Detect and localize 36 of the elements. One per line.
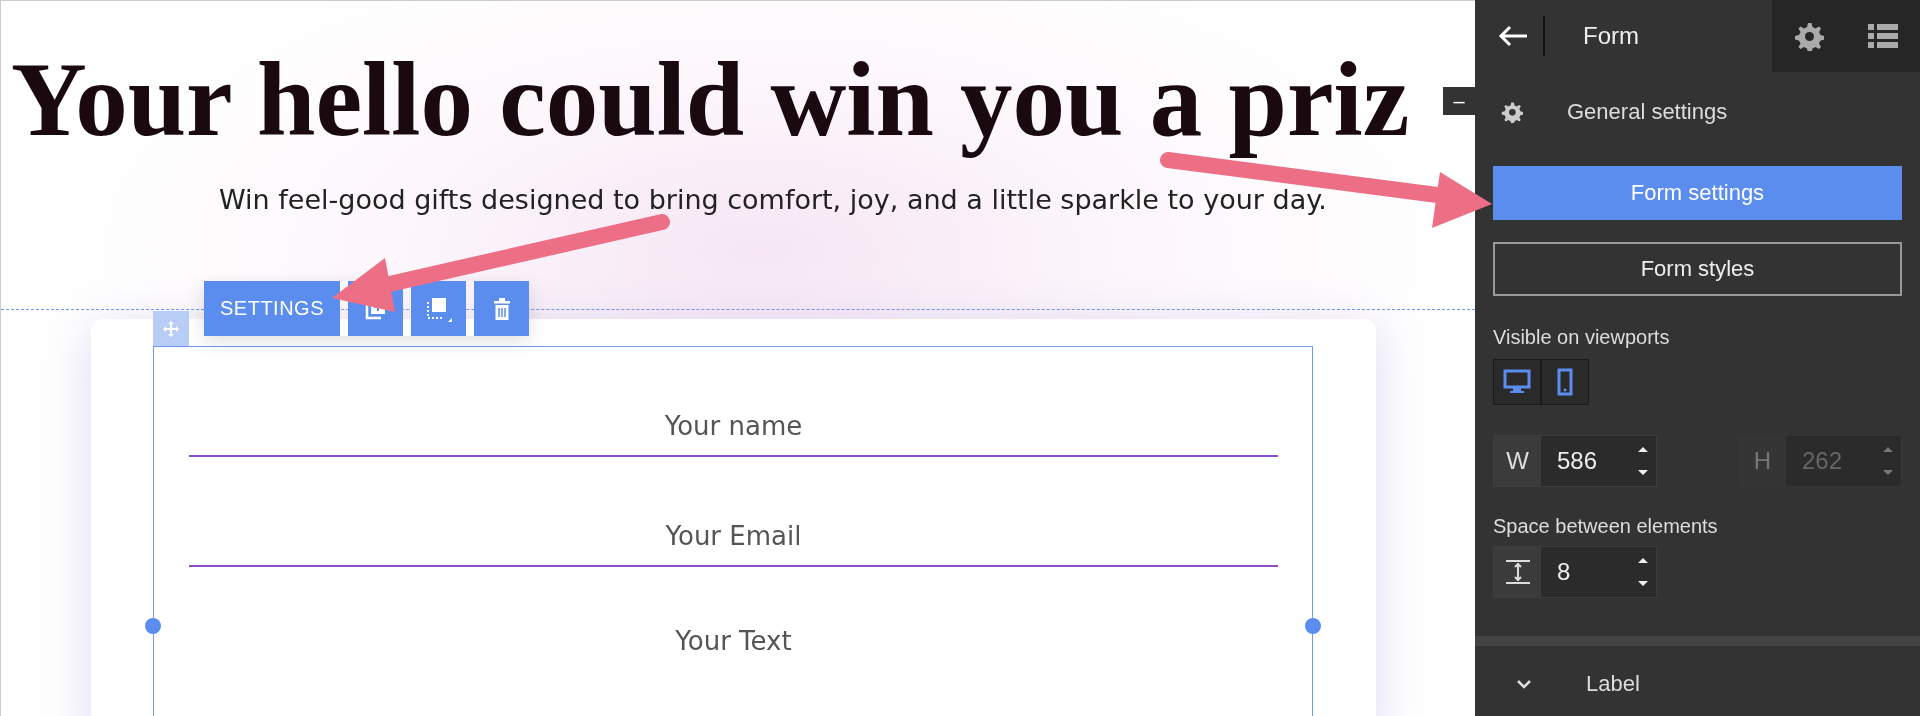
field-value: 8 — [1556, 557, 1572, 587]
field-label: Visible on viewports — [1493, 326, 1671, 349]
text-area[interactable]: Your Text — [189, 626, 1278, 670]
field-label: H — [1739, 436, 1786, 486]
accordion-section[interactable]: Label — [1475, 654, 1920, 714]
back-arrow-icon — [1498, 25, 1528, 47]
gear-icon — [1501, 101, 1523, 123]
viewport-toggle[interactable] — [1493, 359, 1541, 405]
panel-title: Form — [1583, 22, 1640, 50]
collapse-button[interactable]: – — [1443, 87, 1475, 115]
tab[interactable]: Form styles — [1493, 242, 1902, 296]
phone-icon — [1557, 368, 1573, 396]
list-icon — [1868, 23, 1898, 49]
move-handle[interactable] — [153, 311, 189, 346]
desktop-icon — [1503, 369, 1531, 395]
input-field[interactable]: Your name — [189, 411, 1278, 457]
page-subtitle: Win feel-good gifts designed to bring comfort, joy, and a little sparkle to your day. — [219, 184, 1327, 215]
move-icon — [162, 319, 180, 338]
settings-icon — [1794, 21, 1824, 51]
viewport-toggle[interactable] — [1541, 359, 1589, 405]
spinner-icon[interactable] — [1637, 557, 1649, 587]
page-heading: Your hello could win you a priz — [11, 40, 1410, 160]
spinner-icon[interactable] — [1637, 446, 1649, 476]
field-value: 586 — [1556, 446, 1599, 476]
number-field[interactable]: W 586 — [1493, 435, 1657, 487]
section-heading: General settings — [1567, 99, 1728, 125]
spacing-icon — [1504, 559, 1531, 585]
trash-icon — [492, 297, 511, 320]
delete-button[interactable] — [474, 281, 529, 336]
number-field[interactable]: 8 — [1493, 546, 1657, 598]
chevron-icon — [1517, 679, 1531, 689]
input-field[interactable]: Your Email — [189, 521, 1278, 567]
field-value: 262 — [1801, 446, 1844, 476]
field-label: W — [1494, 436, 1541, 486]
layer-button[interactable] — [411, 281, 466, 336]
field-label: Space between elements — [1493, 515, 1719, 538]
